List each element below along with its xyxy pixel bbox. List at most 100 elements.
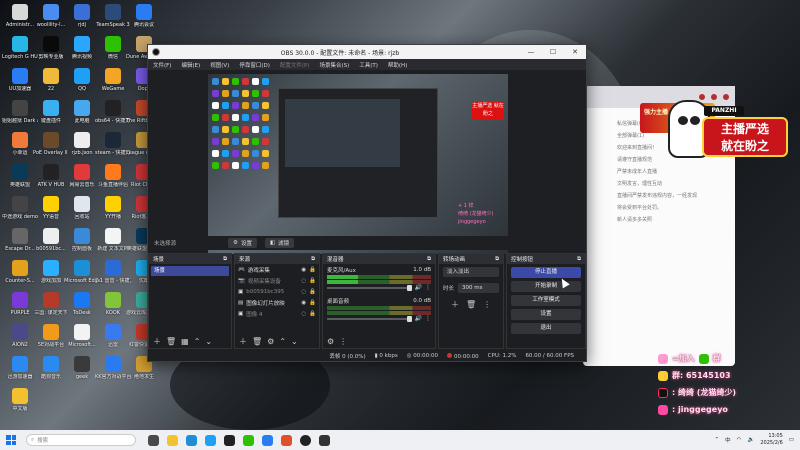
volume-slider[interactable]: 🔊 ⋮	[327, 284, 431, 291]
menu-edit[interactable]: 编辑(E)	[181, 61, 200, 69]
settings-button[interactable]: 设置	[511, 309, 581, 320]
desktop-icon[interactable]: 腾讯会议	[126, 4, 162, 28]
wifi-icon[interactable]: ◠	[737, 437, 742, 443]
rec-time: 00:00:00	[446, 352, 479, 360]
more-icon[interactable]: ⋮	[425, 315, 431, 322]
eye-off-icon[interactable]: ◌	[301, 289, 306, 295]
studio-mode-button[interactable]: 工作室模式	[511, 295, 581, 306]
menu-file[interactable]: 文件(F)	[153, 61, 171, 69]
delete-source-icon[interactable]: 🗑	[252, 337, 262, 346]
wechat-icon[interactable]	[243, 434, 254, 446]
add-scene-icon[interactable]: ＋	[153, 336, 161, 347]
volume-icon[interactable]: 🔈	[747, 437, 754, 443]
menu-profile[interactable]: 配置文件(P)	[280, 61, 310, 69]
preview-mini-icon	[242, 150, 249, 157]
volume-meter	[327, 275, 431, 279]
filters-button[interactable]: ◧ 滤镜	[264, 238, 295, 248]
duration-input[interactable]: 300 ms	[458, 283, 499, 293]
audio-settings-icon[interactable]: ⚙	[327, 337, 334, 346]
eye-off-icon[interactable]: ◌	[301, 278, 306, 284]
edge-icon[interactable]	[186, 434, 197, 446]
notification-icon[interactable]: ▭	[789, 437, 794, 443]
minimize-icon[interactable]: —	[520, 48, 542, 56]
add-transition-icon[interactable]: ＋	[451, 299, 459, 310]
volume-slider[interactable]: 🔊 ⋮	[327, 315, 431, 322]
obs-icon[interactable]	[300, 434, 311, 446]
start-recording-button[interactable]: 开始录制	[511, 281, 581, 292]
app-icon[interactable]	[319, 434, 330, 446]
lock-icon[interactable]: 🔒	[309, 267, 316, 273]
source-item[interactable]: 🎮 游戏采集 ◉ 🔒	[235, 264, 319, 275]
source-item[interactable]: ▣ b00591bc395 ◌ 🔒	[235, 286, 319, 297]
qq-icon[interactable]	[205, 434, 216, 446]
chevron-up-icon[interactable]: ⌃	[715, 437, 720, 443]
vpn-icon[interactable]	[224, 434, 235, 446]
lock-icon[interactable]: 🔒	[309, 311, 316, 317]
record-icon	[446, 352, 452, 358]
delete-scene-icon[interactable]: 🗑	[166, 337, 176, 346]
add-source-icon[interactable]: ＋	[239, 336, 247, 347]
background-app-line: 将会受到平台处罚。	[617, 205, 663, 211]
more-icon[interactable]: ⋮	[483, 300, 491, 309]
source-item[interactable]: 📷 视频采集设备 ◌ 🔒	[235, 275, 319, 286]
more-icon[interactable]: ⋮	[339, 337, 347, 346]
undock-icon[interactable]: ⧉	[311, 256, 315, 263]
close-icon[interactable]: ✕	[564, 48, 586, 56]
source-item[interactable]: ▣ 图像 4 ◌ 🔒	[235, 308, 319, 319]
lock-icon[interactable]: 🔒	[309, 300, 316, 306]
scene-item[interactable]: 场景	[151, 266, 229, 276]
menu-scene-collection[interactable]: 场景集合(S)	[319, 61, 349, 69]
bitrate: ▮ 0 kbps	[375, 353, 398, 359]
volume-knob[interactable]	[406, 284, 412, 291]
eye-off-icon[interactable]: ◌	[301, 311, 306, 317]
move-up-icon[interactable]: ⌃	[194, 337, 201, 346]
source-item[interactable]: ▤ 图像幻灯片放映 ◉ 🔒	[235, 297, 319, 308]
lock-icon[interactable]: 🔒	[309, 278, 316, 284]
preview-mini-icon	[232, 138, 239, 145]
exit-button[interactable]: 退出	[511, 323, 581, 334]
undock-icon[interactable]: ⧉	[577, 256, 581, 263]
speaker-icon[interactable]: 🔊	[415, 284, 422, 291]
menu-help[interactable]: 帮助(H)	[388, 61, 407, 69]
obs-titlebar[interactable]: OBS 30.0.0 - 配置文件: 未命名 - 场景: rjzb — ☐ ✕	[148, 45, 586, 59]
undock-icon[interactable]: ⧉	[427, 256, 431, 263]
maximize-icon[interactable]: ☐	[542, 48, 564, 56]
app-icon[interactable]	[262, 434, 273, 446]
move-down-icon[interactable]: ⌄	[291, 337, 298, 346]
clock[interactable]: 13:05 2025/2/6	[760, 433, 782, 447]
move-down-icon[interactable]: ⌄	[205, 337, 212, 346]
volume-knob[interactable]	[406, 315, 412, 322]
scene-filter-icon[interactable]: ▦	[181, 337, 189, 346]
browser-icon[interactable]	[281, 434, 292, 446]
taskbar-search[interactable]: ⌕ 搜索	[26, 434, 136, 446]
scenes-dock: 场景 ⧉ 场景 ＋ 🗑 ▦ ⌃ ⌄	[148, 253, 232, 349]
source-settings-icon[interactable]: ⚙	[267, 337, 274, 346]
start-button[interactable]	[6, 435, 16, 445]
folder-icon[interactable]	[167, 434, 178, 446]
undock-icon[interactable]: ⧉	[223, 256, 227, 263]
lang-indicator[interactable]: 中	[725, 436, 731, 444]
undock-icon[interactable]: ⧉	[495, 256, 499, 263]
task-view-icon[interactable]	[148, 434, 159, 446]
lock-icon[interactable]: 🔒	[309, 289, 316, 295]
eye-icon[interactable]: ◉	[301, 267, 306, 273]
obs-window[interactable]: OBS 30.0.0 - 配置文件: 未命名 - 场景: rjzb — ☐ ✕ …	[147, 44, 587, 362]
preview-mini-icon	[242, 114, 249, 121]
more-icon[interactable]: ⋮	[425, 284, 431, 291]
menu-view[interactable]: 视图(V)	[210, 61, 229, 69]
stop-streaming-button[interactable]: 停止直播	[511, 267, 581, 278]
move-up-icon[interactable]: ⌃	[279, 337, 286, 346]
delete-transition-icon[interactable]: 🗑	[466, 300, 476, 309]
eye-icon[interactable]: ◉	[301, 300, 306, 306]
menu-docks[interactable]: 停靠窗口(D)	[239, 61, 270, 69]
preview-mini-icon	[242, 138, 249, 145]
preview-mini-icon	[262, 78, 269, 85]
speaker-icon[interactable]: 🔊	[415, 315, 422, 322]
properties-button[interactable]: ⚙ 设置	[228, 238, 257, 248]
transition-select[interactable]: 淡入淡出	[443, 267, 499, 277]
menu-tools[interactable]: 工具(T)	[359, 61, 378, 69]
desktop-icon[interactable]: 中文版	[2, 388, 38, 412]
live-time-value: 00:00:00	[413, 353, 438, 359]
overlay-group-text: 群: 65145103	[672, 371, 731, 380]
obs-preview[interactable]: 主播严选 就在盼之 + 1 祥 绮绮 (龙猫绮少) jinggegeyo	[208, 74, 508, 254]
